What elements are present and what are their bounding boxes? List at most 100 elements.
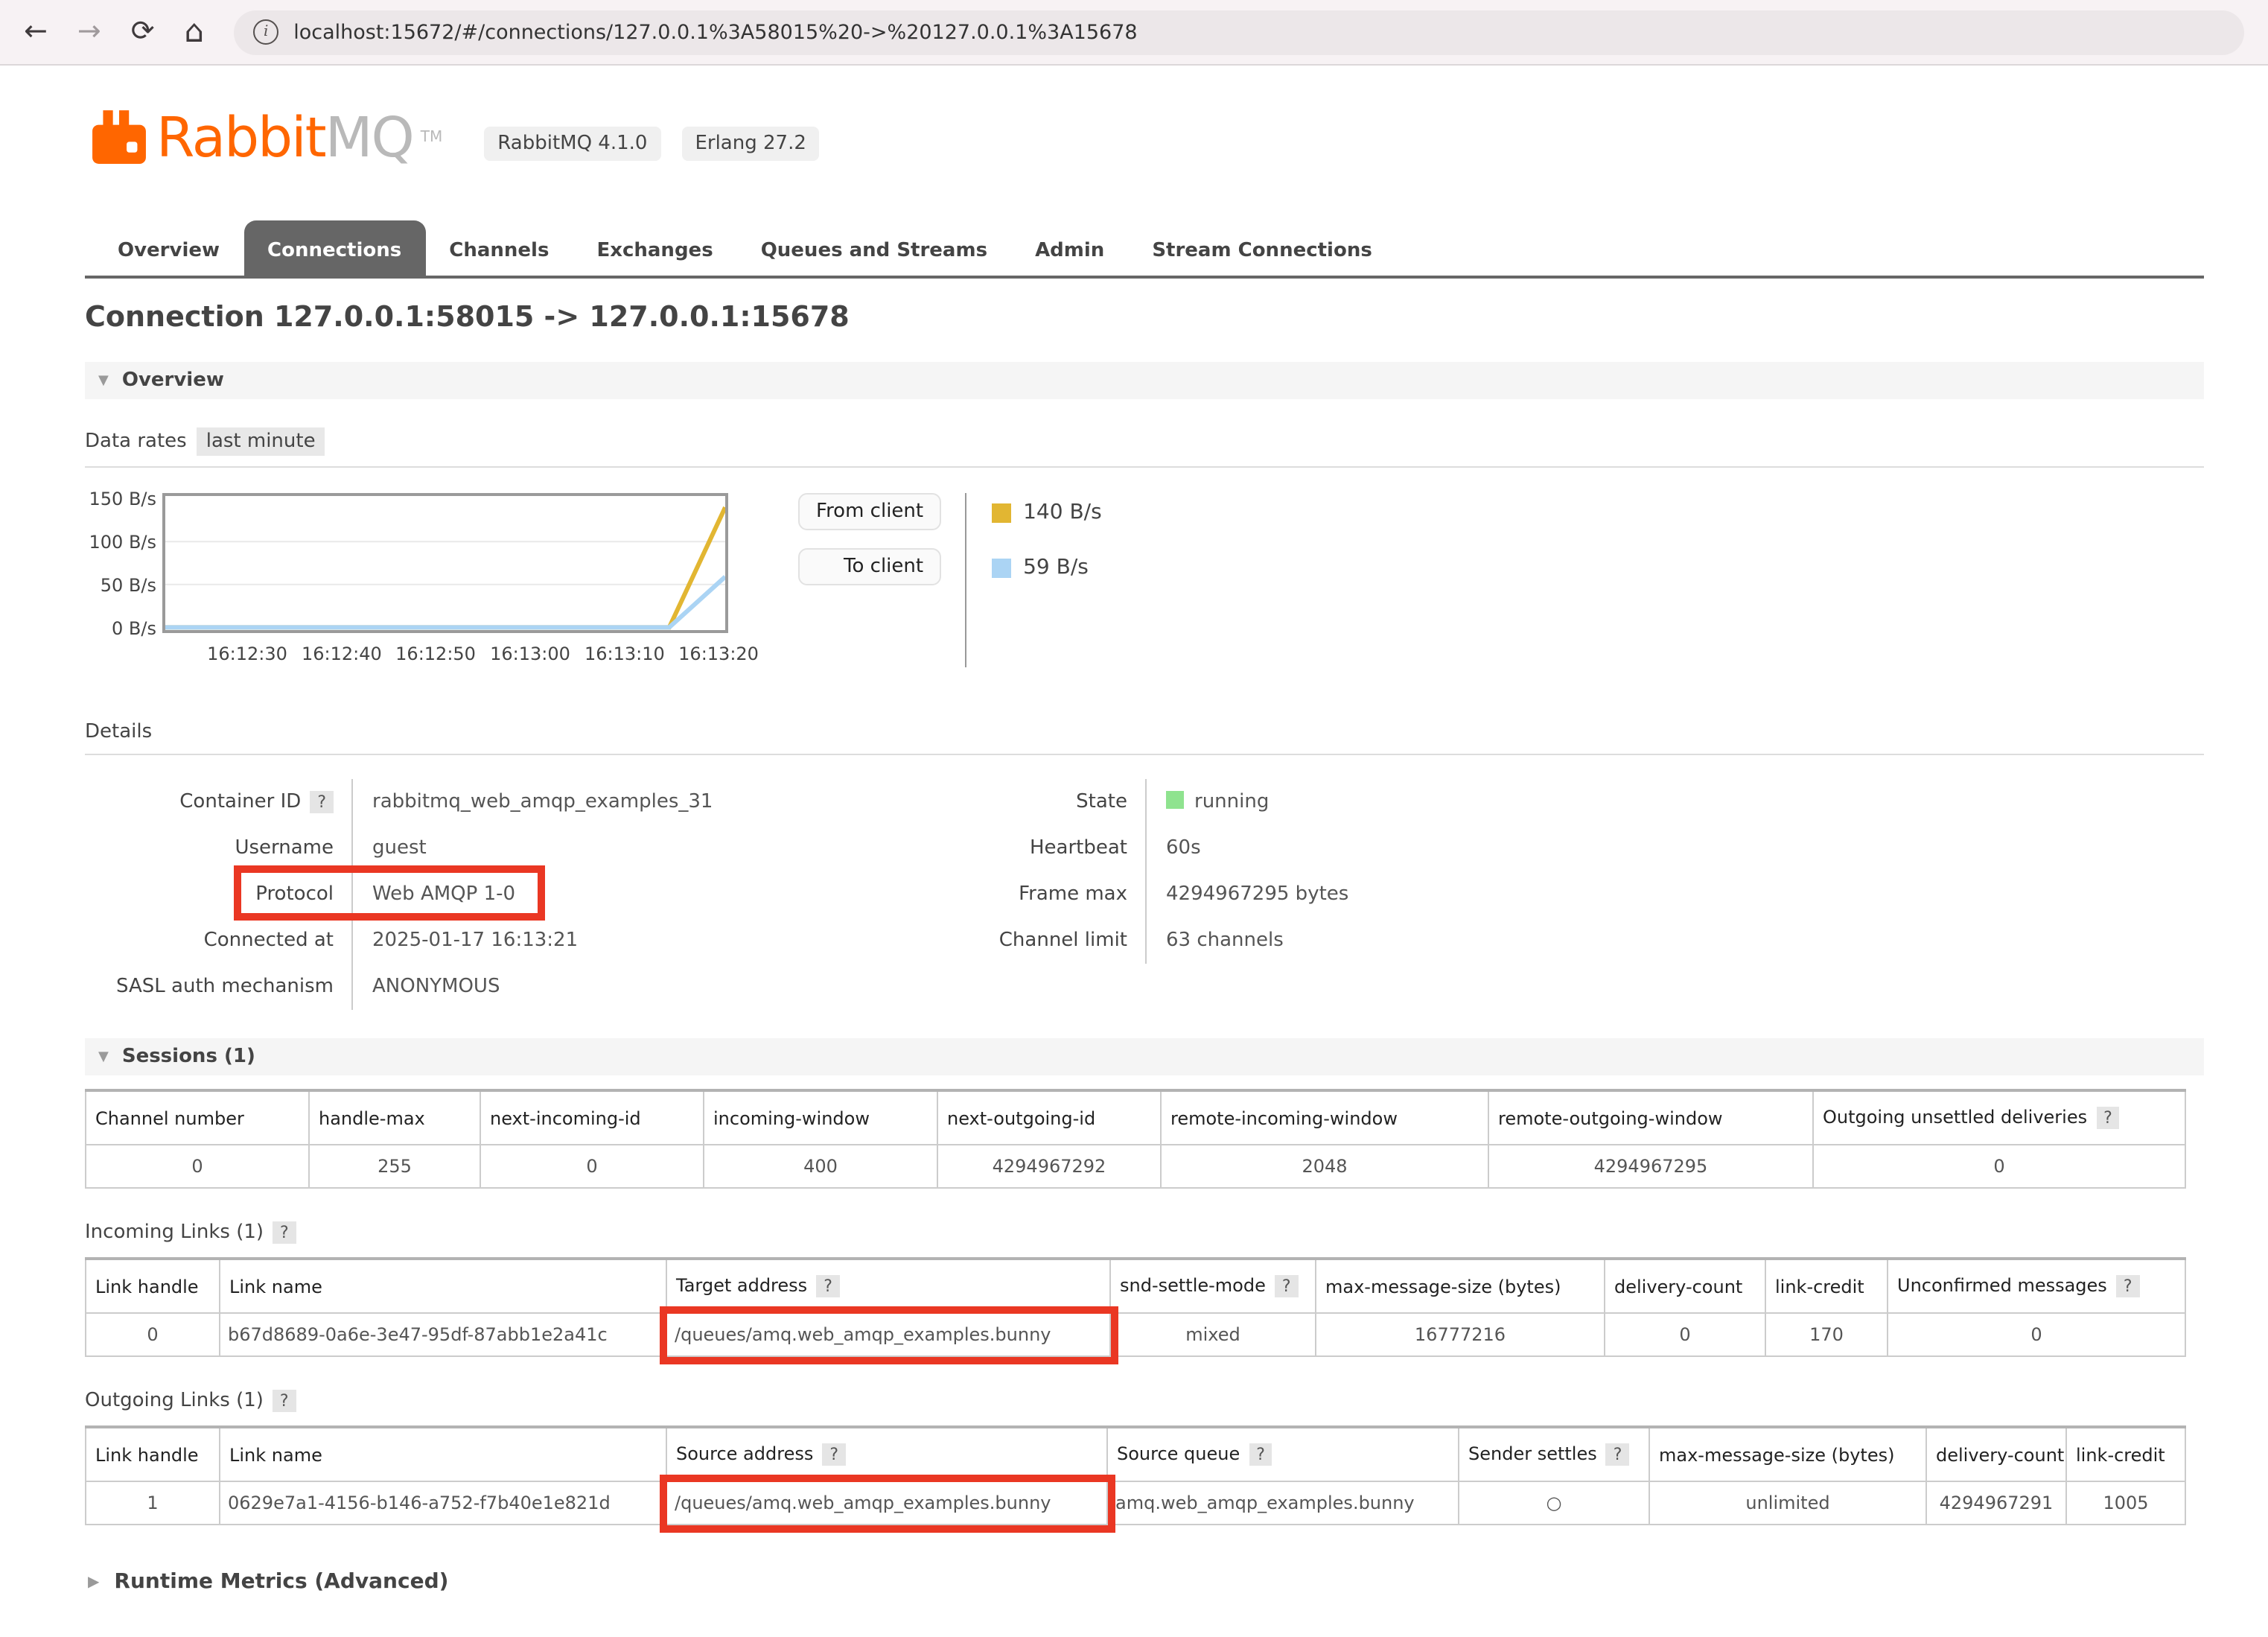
section-sessions[interactable]: ▼ Sessions (1) [85, 1038, 2204, 1075]
heartbeat-value: 60s [1147, 825, 1201, 871]
erlang-version-badge: Erlang 27.2 [681, 127, 819, 161]
rate-period-selector[interactable]: last minute [197, 427, 325, 456]
tab-queues-and-streams[interactable]: Queues and Streams [737, 226, 1011, 276]
trademark-label: TM [421, 129, 443, 145]
outgoing-unsettled-cell: 0 [1813, 1145, 2185, 1188]
target-address-cell: /queues/amq.web_amqp_examples.bunny [666, 1313, 1110, 1356]
help-icon[interactable]: ? [822, 1443, 846, 1466]
help-icon[interactable]: ? [816, 1275, 840, 1297]
max-message-size-cell: 16777216 [1316, 1313, 1605, 1356]
tab-admin[interactable]: Admin [1011, 226, 1128, 276]
sasl-mechanism-value: ANONYMOUS [353, 964, 500, 1010]
collapse-triangle-icon: ▼ [98, 373, 109, 388]
x-tick-label: 16:12:50 [395, 643, 476, 664]
delivery-count-cell: 4294967291 [1926, 1481, 2066, 1525]
rabbitmq-rabbit-icon [85, 103, 153, 171]
help-icon[interactable]: ? [1606, 1443, 1630, 1466]
outgoing-links-header-row: Link handle Link name Source address? So… [86, 1427, 2185, 1481]
tab-stream-connections[interactable]: Stream Connections [1128, 226, 1396, 276]
detail-row-channel-limit: Channel limit 63 channels [949, 918, 1348, 964]
link-handle-cell: 1 [86, 1481, 220, 1525]
x-tick-label: 16:13:20 [678, 643, 759, 664]
source-queue-cell: amq.web_amqp_examples.bunny [1107, 1481, 1459, 1525]
address-bar[interactable]: i localhost:15672/#/connections/127.0.0.… [234, 10, 2244, 54]
rabbitmq-logo[interactable]: RabbitMQ TM [85, 103, 442, 171]
tab-overview[interactable]: Overview [94, 226, 243, 276]
help-icon[interactable]: ? [1249, 1443, 1272, 1466]
divider [85, 466, 2204, 468]
details-grid: Container ID? rabbitmq_web_amqp_examples… [85, 779, 2204, 1010]
x-tick-label: 16:13:00 [490, 643, 570, 664]
reload-icon[interactable]: ⟳ [131, 18, 155, 46]
sessions-header-row: Channel number handle-max next-incoming-… [86, 1090, 2185, 1145]
help-icon[interactable]: ? [273, 1390, 296, 1412]
to-client-swatch [992, 558, 1011, 577]
outgoing-links-heading: Outgoing Links (1)? [85, 1390, 2204, 1412]
from-client-button[interactable]: From client [798, 493, 941, 530]
detail-row-frame-max: Frame max 4294967295 bytes [949, 871, 1348, 918]
brand-wordmark: RabbitMQ [156, 109, 413, 165]
expand-triangle-icon: ▶ [88, 1574, 99, 1590]
section-overview[interactable]: ▼ Overview [85, 362, 2204, 399]
forward-icon[interactable]: → [77, 18, 101, 46]
site-info-icon[interactable]: i [253, 19, 278, 45]
help-icon[interactable]: ? [310, 791, 334, 813]
collapse-triangle-icon: ▼ [98, 1049, 109, 1064]
page-content: RabbitMQ TM RabbitMQ 4.1.0 Erlang 27.2 O… [0, 66, 2268, 1637]
detail-row-container-id: Container ID? rabbitmq_web_amqp_examples… [85, 779, 919, 825]
source-address-cell: /queues/amq.web_amqp_examples.bunny [666, 1481, 1107, 1525]
section-title: Runtime Metrics (Advanced) [114, 1570, 448, 1594]
tab-exchanges[interactable]: Exchanges [573, 226, 736, 276]
link-name-cell: 0629e7a1-4156-b146-a752-f7b40e1e821d [220, 1481, 666, 1525]
sender-settles-cell: ○ [1459, 1481, 1649, 1525]
running-state-swatch [1166, 791, 1184, 809]
next-incoming-id-cell: 0 [480, 1145, 704, 1188]
delivery-count-cell: 0 [1605, 1313, 1765, 1356]
rate-chart: 150 B/s 100 B/s 50 B/s 0 B/s 16:12:3016:… [162, 493, 728, 667]
x-axis-labels: 16:12:30 16:12:40 16:12:50 16:13:00 16:13:10… [162, 643, 728, 667]
detail-row-username: Username guest [85, 825, 919, 871]
tab-channels[interactable]: Channels [425, 226, 573, 276]
from-client-rate: 140 B/s [1023, 500, 1102, 524]
max-message-size-cell: unlimited [1649, 1481, 1926, 1525]
legend-item-from-client: 140 B/s [992, 500, 1102, 524]
frame-max-value: 4294967295 bytes [1147, 871, 1348, 918]
detail-row-state: State running [949, 779, 1348, 825]
next-outgoing-id-cell: 4294967292 [937, 1145, 1161, 1188]
tab-connections[interactable]: Connections [243, 220, 425, 276]
help-icon[interactable]: ? [2096, 1107, 2120, 1129]
section-runtime-metrics[interactable]: ▶ Runtime Metrics (Advanced) [85, 1570, 2204, 1594]
remote-outgoing-window-cell: 4294967295 [1488, 1145, 1813, 1188]
header: RabbitMQ TM RabbitMQ 4.1.0 Erlang 27.2 [85, 66, 2204, 171]
back-icon[interactable]: ← [24, 18, 48, 46]
help-icon[interactable]: ? [1275, 1275, 1299, 1297]
x-tick-label: 16:13:10 [584, 643, 665, 664]
link-handle-cell: 0 [86, 1313, 220, 1356]
page-title: Connection 127.0.0.1:58015 -> 127.0.0.1:… [85, 301, 2204, 334]
incoming-link-row: 0 b67d8689-0a6e-3e47-95df-87abb1e2a41c /… [86, 1313, 2185, 1356]
sessions-row: 0 255 0 400 4294967292 2048 4294967295 0 [86, 1145, 2185, 1188]
protocol-value: Web AMQP 1-0 [353, 871, 515, 918]
divider [85, 754, 2204, 755]
chart-plot: 150 B/s 100 B/s 50 B/s 0 B/s [162, 493, 728, 633]
snd-settle-mode-cell: mixed [1110, 1313, 1316, 1356]
x-tick-label: 16:12:40 [302, 643, 382, 664]
detail-row-sasl: SASL auth mechanism ANONYMOUS [85, 964, 919, 1010]
incoming-links-table: Link handle Link name Target address? sn… [85, 1257, 2186, 1357]
url-text[interactable]: localhost:15672/#/connections/127.0.0.1%… [293, 20, 1137, 44]
detail-row-heartbeat: Heartbeat 60s [949, 825, 1348, 871]
home-icon[interactable]: ⌂ [185, 16, 205, 48]
channel-limit-value: 63 channels [1147, 918, 1284, 964]
outgoing-link-row: 1 0629e7a1-4156-b146-a752-f7b40e1e821d /… [86, 1481, 2185, 1525]
browser-toolbar: ← → ⟳ ⌂ i localhost:15672/#/connections/… [0, 0, 2268, 66]
x-tick-label: 16:12:30 [207, 643, 287, 664]
outgoing-links-table: Link handle Link name Source address? So… [85, 1425, 2186, 1525]
help-icon[interactable]: ? [2116, 1275, 2140, 1297]
handle-max-cell: 255 [309, 1145, 480, 1188]
link-credit-cell: 170 [1765, 1313, 1888, 1356]
details-heading: Details [85, 721, 2204, 743]
data-rates-chart-area: 150 B/s 100 B/s 50 B/s 0 B/s 16:12:3016:… [85, 493, 2204, 667]
help-icon[interactable]: ? [273, 1221, 296, 1244]
legend-item-to-client: 59 B/s [992, 556, 1102, 579]
to-client-button[interactable]: To client [798, 548, 941, 585]
